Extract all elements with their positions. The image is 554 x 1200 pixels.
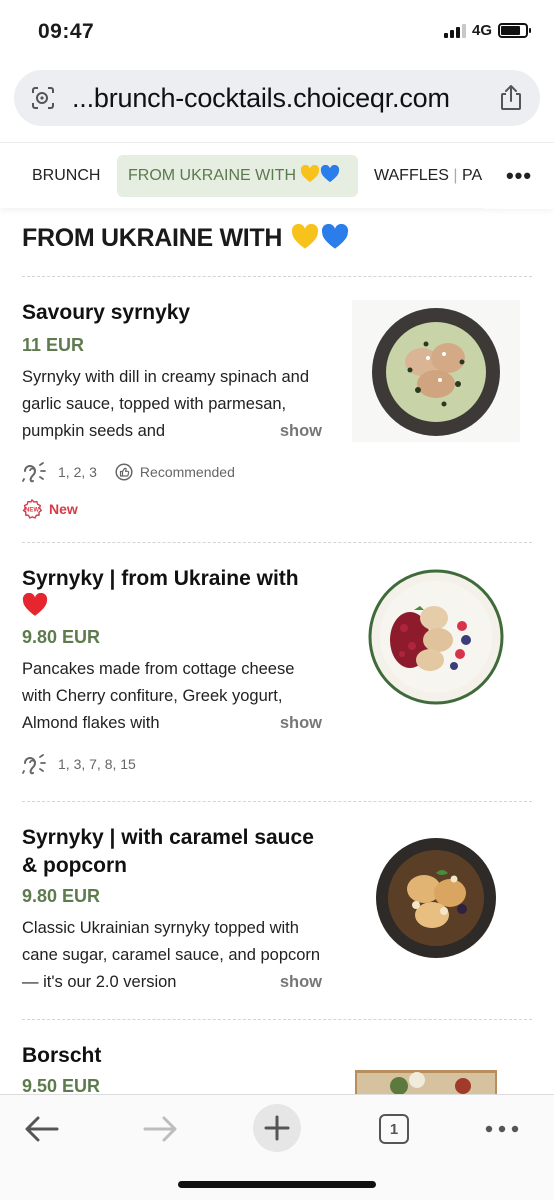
home-indicator <box>178 1181 376 1188</box>
divider <box>22 801 532 802</box>
allergens-icon <box>22 754 46 775</box>
svg-text:NEW: NEW <box>25 508 39 514</box>
item-name: Syrnyky | with caramel sauce & popcorn <box>22 826 314 877</box>
yellow-heart-icon <box>301 165 320 183</box>
red-heart-icon <box>22 593 48 616</box>
divider <box>22 542 532 543</box>
forward-button[interactable] <box>138 1107 182 1151</box>
item-name: Borscht <box>22 1044 102 1067</box>
section-title-text: FROM UKRAINE WITH <box>22 224 283 252</box>
more-categories-button[interactable]: ••• <box>484 143 554 209</box>
item-price: 9.80 EUR <box>22 886 101 906</box>
dish-image <box>355 1070 497 1094</box>
url-text[interactable]: ...brunch-cocktails.choiceqr.com <box>72 83 450 114</box>
item-price: 9.80 EUR <box>22 627 101 647</box>
tab-count-icon: 1 <box>379 1114 409 1144</box>
tab-waffles[interactable]: WAFFLES | PA <box>374 155 486 197</box>
divider <box>22 1019 532 1020</box>
tab-label-suffix: PA <box>462 167 483 184</box>
item-description: Pancakes made from cottage cheese with C… <box>22 656 322 737</box>
tab-from-ukraine[interactable]: FROM UKRAINE WITH <box>117 155 358 197</box>
allergens-list: 1, 3, 7, 8, 15 <box>58 756 136 772</box>
new-badge: NEW New <box>22 499 78 519</box>
item-name: Savoury syrnyky <box>22 301 191 324</box>
item-name-text: Syrnyky | from Ukraine with <box>22 567 299 590</box>
show-more-link[interactable]: show <box>280 973 322 991</box>
arrow-left-icon <box>25 1116 59 1142</box>
thumbs-up-icon <box>115 463 133 481</box>
tab-count: 1 <box>389 1120 399 1138</box>
tab-brunch[interactable]: BRUNCH <box>32 155 100 197</box>
tab-label: WAFFLES <box>374 167 449 184</box>
network-label: 4G <box>471 22 492 39</box>
item-description: Classic Ukrainian syrnyky topped with ca… <box>22 915 322 996</box>
category-tabs: BRUNCH FROM UKRAINE WITH WAFFLES | PA ••… <box>0 142 554 209</box>
share-icon[interactable] <box>498 84 524 112</box>
tab-label: BRUNCH <box>32 167 101 184</box>
item-price: 11 EUR <box>22 335 85 355</box>
status-bar: 09:47 4G <box>0 0 554 62</box>
blue-heart-icon <box>321 165 340 183</box>
yellow-heart-icon <box>291 224 318 249</box>
new-icon: NEW <box>22 499 42 519</box>
blue-heart-icon <box>321 224 348 249</box>
plus-icon <box>264 1115 290 1141</box>
allergens-list: 1, 2, 3 <box>58 464 97 480</box>
dish-image <box>352 300 520 442</box>
item-description: Syrnyky with dill in creamy spinach and … <box>22 364 322 445</box>
dish-image <box>352 566 520 708</box>
item-meta: 1, 3, 7, 8, 15 <box>22 751 136 777</box>
browser-menu-button[interactable] <box>480 1107 524 1151</box>
status-indicators: 4G <box>443 22 531 39</box>
new-tab-button[interactable] <box>253 1104 301 1152</box>
allergens-icon <box>22 462 46 483</box>
dish-image <box>352 827 520 969</box>
signal-icon <box>443 23 466 38</box>
battery-icon <box>498 23 531 38</box>
recommended-label: Recommended <box>139 464 235 480</box>
show-more-link[interactable]: show <box>280 714 322 732</box>
address-bar[interactable]: ...brunch-cocktails.choiceqr.com <box>14 70 540 126</box>
tab-label: FROM UKRAINE WITH <box>128 167 296 184</box>
show-more-link[interactable]: show <box>280 422 322 440</box>
tab-switcher-button[interactable]: 1 <box>372 1107 416 1151</box>
section-title: FROM UKRAINE WITH <box>22 224 349 253</box>
item-name: Syrnyky | from Ukraine with <box>22 565 332 622</box>
site-settings-icon[interactable] <box>30 86 56 110</box>
arrow-right-icon <box>143 1116 177 1142</box>
item-meta: 1, 2, 3 Recommended <box>22 459 235 485</box>
back-button[interactable] <box>20 1107 64 1151</box>
recommended-tag: Recommended <box>115 463 235 481</box>
status-time: 09:47 <box>38 20 95 43</box>
divider <box>22 276 532 277</box>
more-icon <box>485 1125 519 1133</box>
new-label: New <box>49 501 78 517</box>
